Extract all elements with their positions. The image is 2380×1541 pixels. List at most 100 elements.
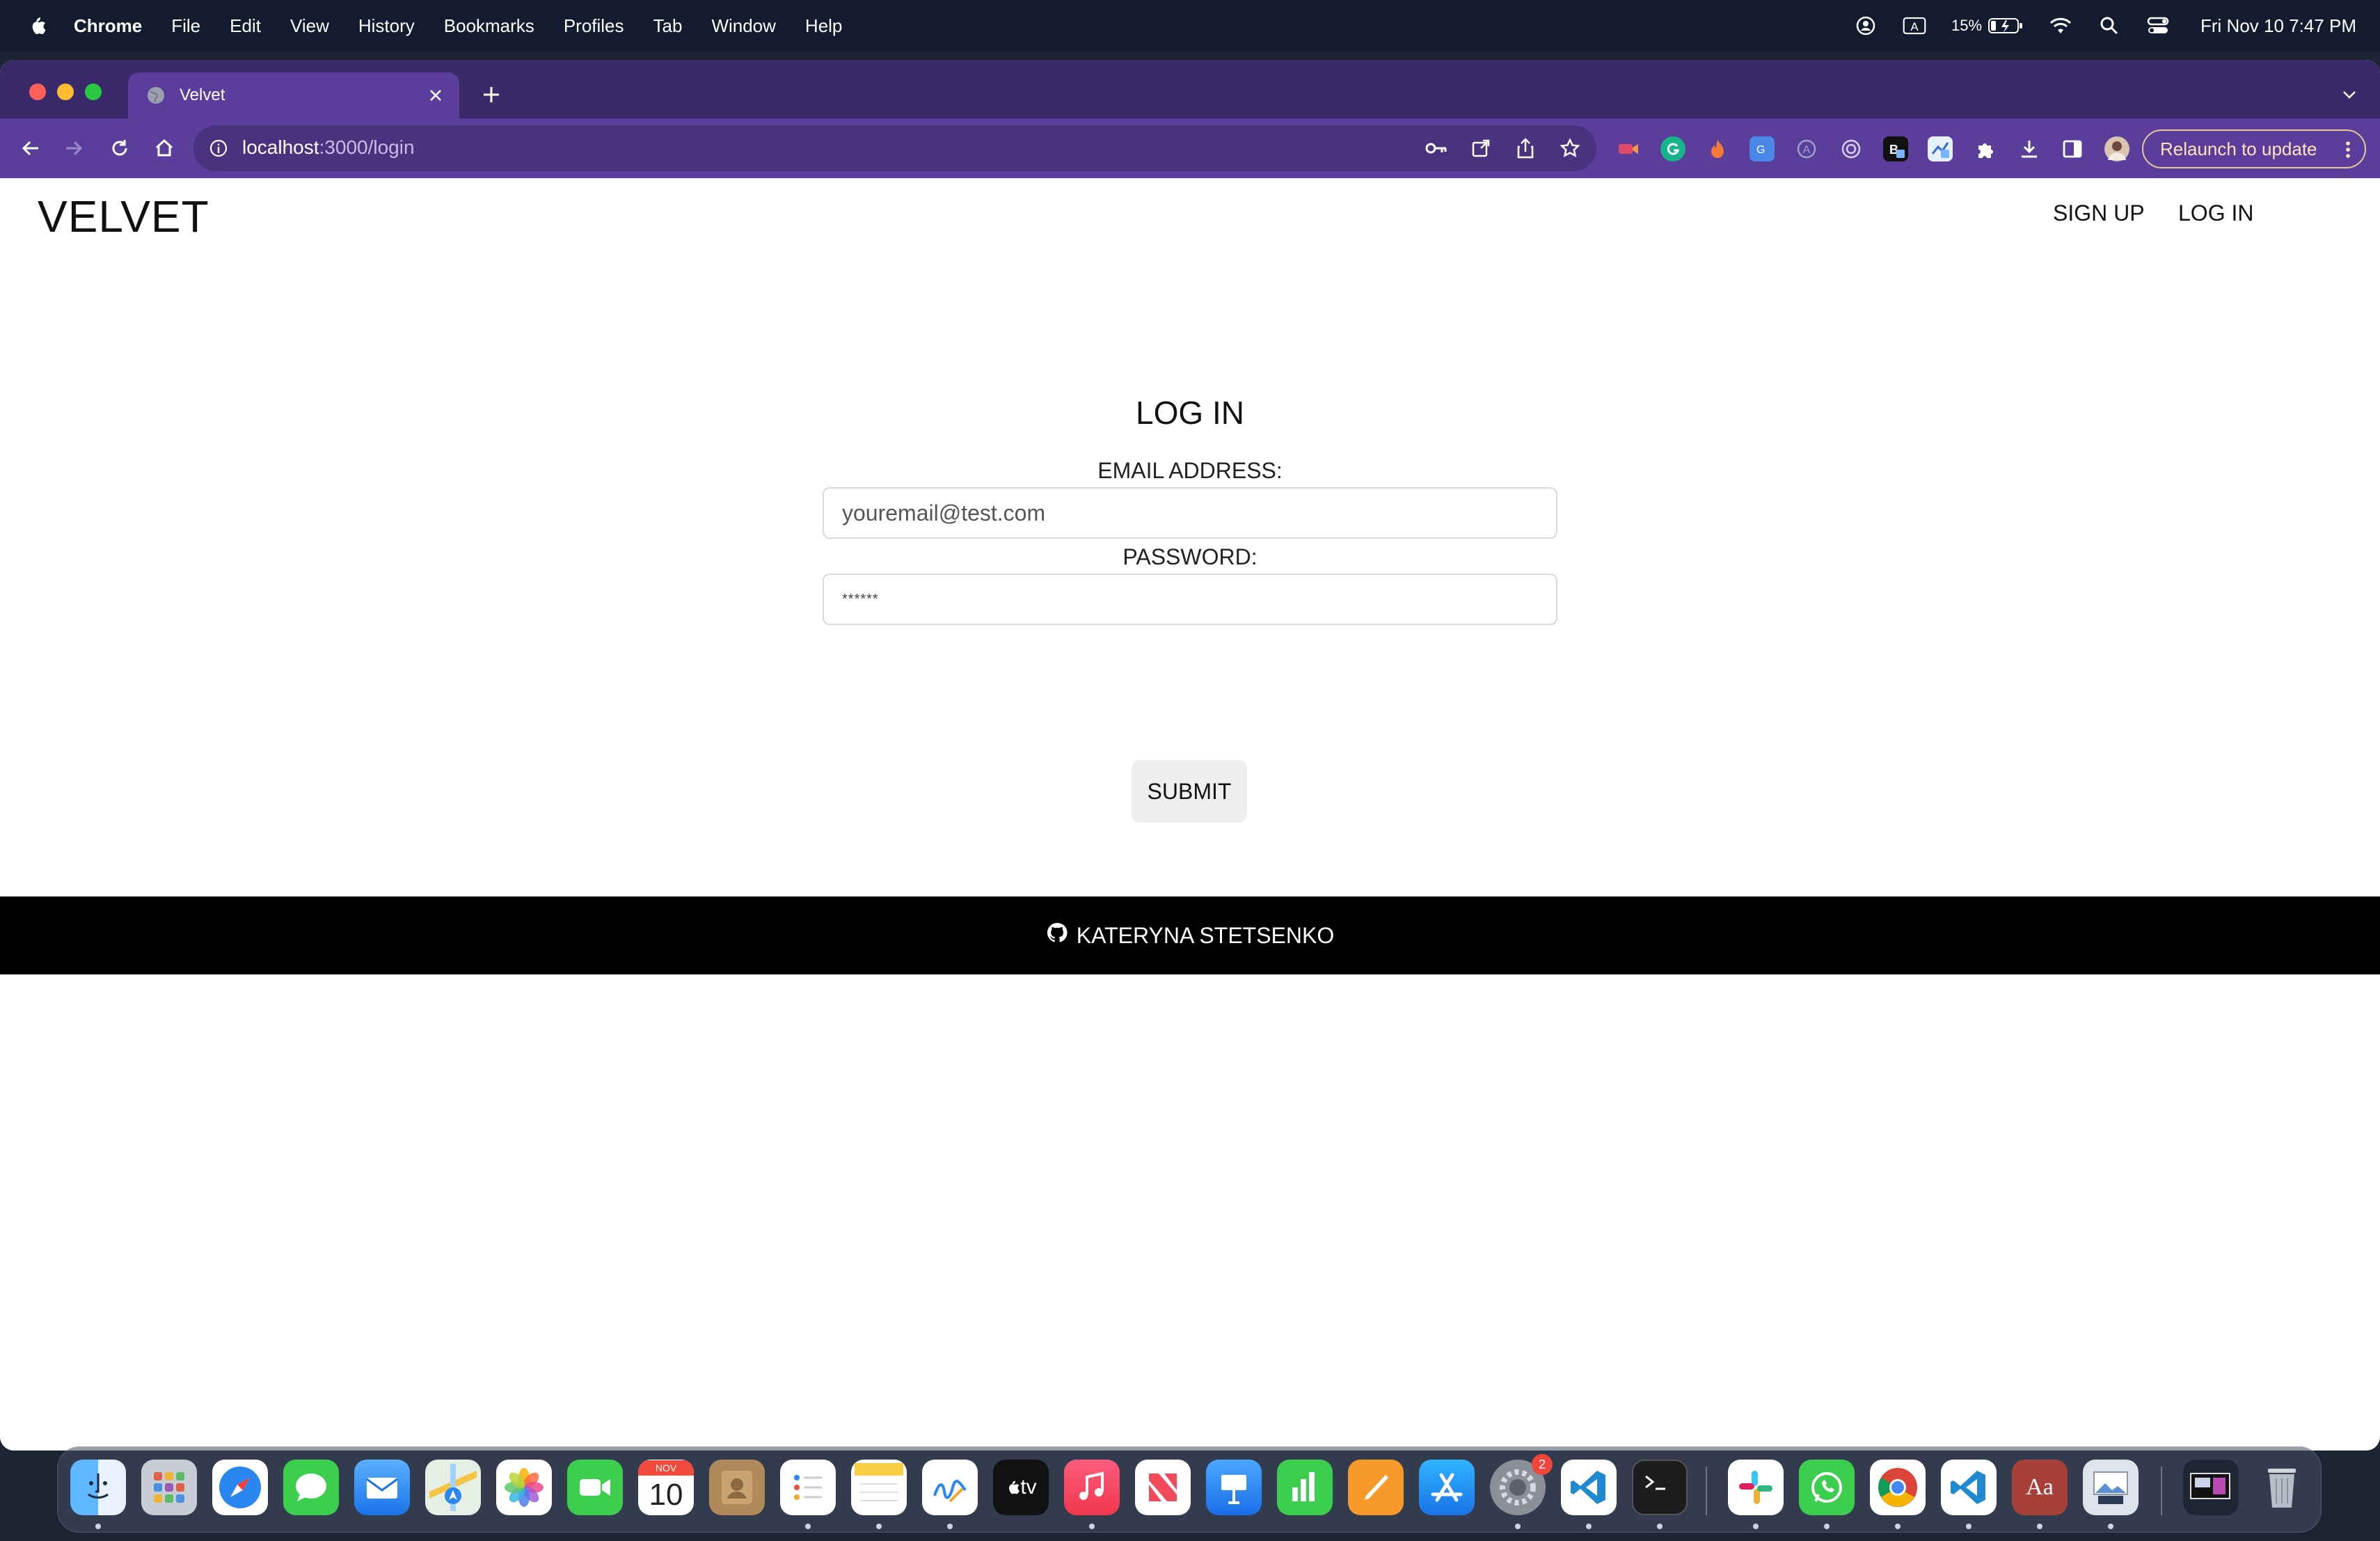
recent-screenshots-folder-icon[interactable] [2183, 1460, 2239, 1515]
freeform-icon[interactable] [922, 1460, 978, 1515]
video-extension-icon[interactable] [1616, 136, 1641, 161]
safari-icon[interactable] [212, 1460, 268, 1515]
forward-arrow-icon[interactable] [58, 133, 89, 164]
apple-menu-icon[interactable] [26, 14, 47, 38]
download-icon[interactable] [2017, 136, 2042, 161]
mail-icon[interactable] [354, 1460, 410, 1515]
share-icon[interactable] [1514, 137, 1537, 159]
trash-icon[interactable] [2254, 1460, 2310, 1515]
messages-icon[interactable] [283, 1460, 339, 1515]
translate-icon[interactable]: G [1750, 136, 1775, 161]
target-extension-icon[interactable] [1839, 136, 1864, 161]
slack-icon[interactable] [1728, 1460, 1784, 1515]
finder-icon[interactable] [70, 1460, 126, 1515]
side-panel-icon[interactable] [2060, 136, 2085, 161]
a-circle-extension-icon[interactable]: A [1794, 136, 1819, 161]
menu-view[interactable]: View [290, 15, 329, 37]
chrome-icon[interactable] [1870, 1460, 1926, 1515]
vscode-insiders-icon[interactable] [1941, 1460, 1997, 1515]
reload-icon[interactable] [104, 133, 135, 164]
back-arrow-icon[interactable] [15, 133, 46, 164]
home-icon[interactable] [149, 133, 180, 164]
footer: KATERYNA STETSENKO [0, 896, 2380, 974]
battery-status[interactable]: 15% [1951, 17, 2024, 35]
settings-running-dot [1515, 1524, 1521, 1529]
battery-icon [1988, 18, 2023, 33]
key-icon[interactable] [1425, 137, 1447, 159]
dictionary-running-dot [2037, 1524, 2042, 1529]
preview-icon[interactable] [2083, 1460, 2139, 1515]
b-extension-icon[interactable]: B [1883, 136, 1908, 161]
bookmark-star-icon[interactable] [1559, 137, 1581, 159]
menu-app-name[interactable]: Chrome [74, 15, 142, 37]
nav-login-link[interactable]: LOG IN [2178, 200, 2253, 226]
screenshot-extension-icon[interactable] [1928, 136, 1953, 161]
brand-logo[interactable]: VELVET [38, 191, 209, 242]
minimize-window-button[interactable] [57, 84, 74, 100]
numbers-icon[interactable] [1277, 1460, 1333, 1515]
user-account-icon[interactable] [1854, 14, 1878, 38]
puzzle-extensions-icon[interactable] [1972, 136, 1997, 161]
footer-author-link[interactable]: KATERYNA STETSENKO [1077, 923, 1334, 949]
profile-avatar[interactable] [2104, 136, 2129, 161]
menu-edit[interactable]: Edit [230, 15, 261, 37]
maps-icon[interactable] [425, 1460, 481, 1515]
address-bar[interactable]: localhost:3000/login [193, 125, 1596, 171]
close-window-button[interactable] [29, 84, 46, 100]
contacts-icon[interactable] [709, 1460, 765, 1515]
fire-extension-icon[interactable] [1705, 136, 1730, 161]
menu-clock[interactable]: Fri Nov 10 7:47 PM [2200, 15, 2356, 37]
tab-velvet[interactable]: Velvet [128, 72, 459, 118]
control-center-icon[interactable] [2146, 14, 2170, 38]
launchpad-icon[interactable] [141, 1460, 197, 1515]
reminders-icon[interactable] [780, 1460, 836, 1515]
calendar-icon[interactable]: NOV 10 [638, 1460, 694, 1515]
terminal-icon[interactable] [1632, 1460, 1688, 1515]
news-icon[interactable] [1135, 1460, 1191, 1515]
nav-signup-link[interactable]: SIGN UP [2053, 200, 2145, 226]
input-source-icon[interactable]: A [1903, 14, 1926, 38]
svg-text:A: A [1803, 144, 1811, 156]
music-running-dot [1089, 1524, 1095, 1529]
whatsapp-icon[interactable] [1799, 1460, 1855, 1515]
email-field[interactable]: youremail@test.com [823, 487, 1557, 539]
menu-bookmarks[interactable]: Bookmarks [444, 15, 534, 37]
vscode-icon[interactable] [1561, 1460, 1617, 1515]
new-tab-plus-icon[interactable] [477, 81, 505, 109]
svg-text:A: A [1910, 20, 1919, 33]
tab-search-chevron-down-icon[interactable] [2335, 81, 2363, 109]
slack-running-dot [1753, 1524, 1759, 1529]
menu-file[interactable]: File [171, 15, 200, 37]
password-field[interactable]: ****** [823, 574, 1557, 625]
app-store-icon[interactable] [1419, 1460, 1475, 1515]
music-icon[interactable] [1064, 1460, 1120, 1515]
relaunch-to-update-button[interactable]: Relaunch to update [2142, 129, 2366, 168]
photos-icon[interactable] [496, 1460, 552, 1515]
spotlight-search-icon[interactable] [2097, 14, 2121, 38]
apple-tv-icon[interactable]: tv [993, 1460, 1049, 1515]
github-icon[interactable] [1046, 922, 1068, 949]
dictionary-label: Aa [2026, 1474, 2054, 1500]
open-external-icon[interactable] [1470, 137, 1492, 159]
menu-history[interactable]: History [358, 15, 415, 37]
relaunch-label: Relaunch to update [2160, 138, 2317, 159]
close-tab-icon[interactable] [422, 81, 450, 109]
notes-running-dot [876, 1524, 882, 1529]
menu-tab[interactable]: Tab [653, 15, 683, 37]
settings-notification-badge: 2 [1532, 1454, 1553, 1475]
keynote-icon[interactable] [1206, 1460, 1262, 1515]
menu-window[interactable]: Window [711, 15, 775, 37]
submit-button[interactable]: SUBMIT [1132, 760, 1247, 823]
password-value: ****** [842, 591, 879, 607]
menu-help[interactable]: Help [805, 15, 842, 37]
wifi-icon[interactable] [2049, 14, 2072, 38]
pages-icon[interactable] [1348, 1460, 1404, 1515]
facetime-icon[interactable] [567, 1460, 623, 1515]
more-vertical-icon[interactable] [2341, 139, 2355, 160]
grammarly-icon[interactable] [1660, 136, 1685, 161]
dictionary-icon[interactable]: Aa [2012, 1460, 2068, 1515]
notes-icon[interactable] [851, 1460, 907, 1515]
zoom-window-button[interactable] [85, 84, 102, 100]
menu-profiles[interactable]: Profiles [564, 15, 624, 37]
site-info-icon[interactable] [209, 139, 228, 158]
